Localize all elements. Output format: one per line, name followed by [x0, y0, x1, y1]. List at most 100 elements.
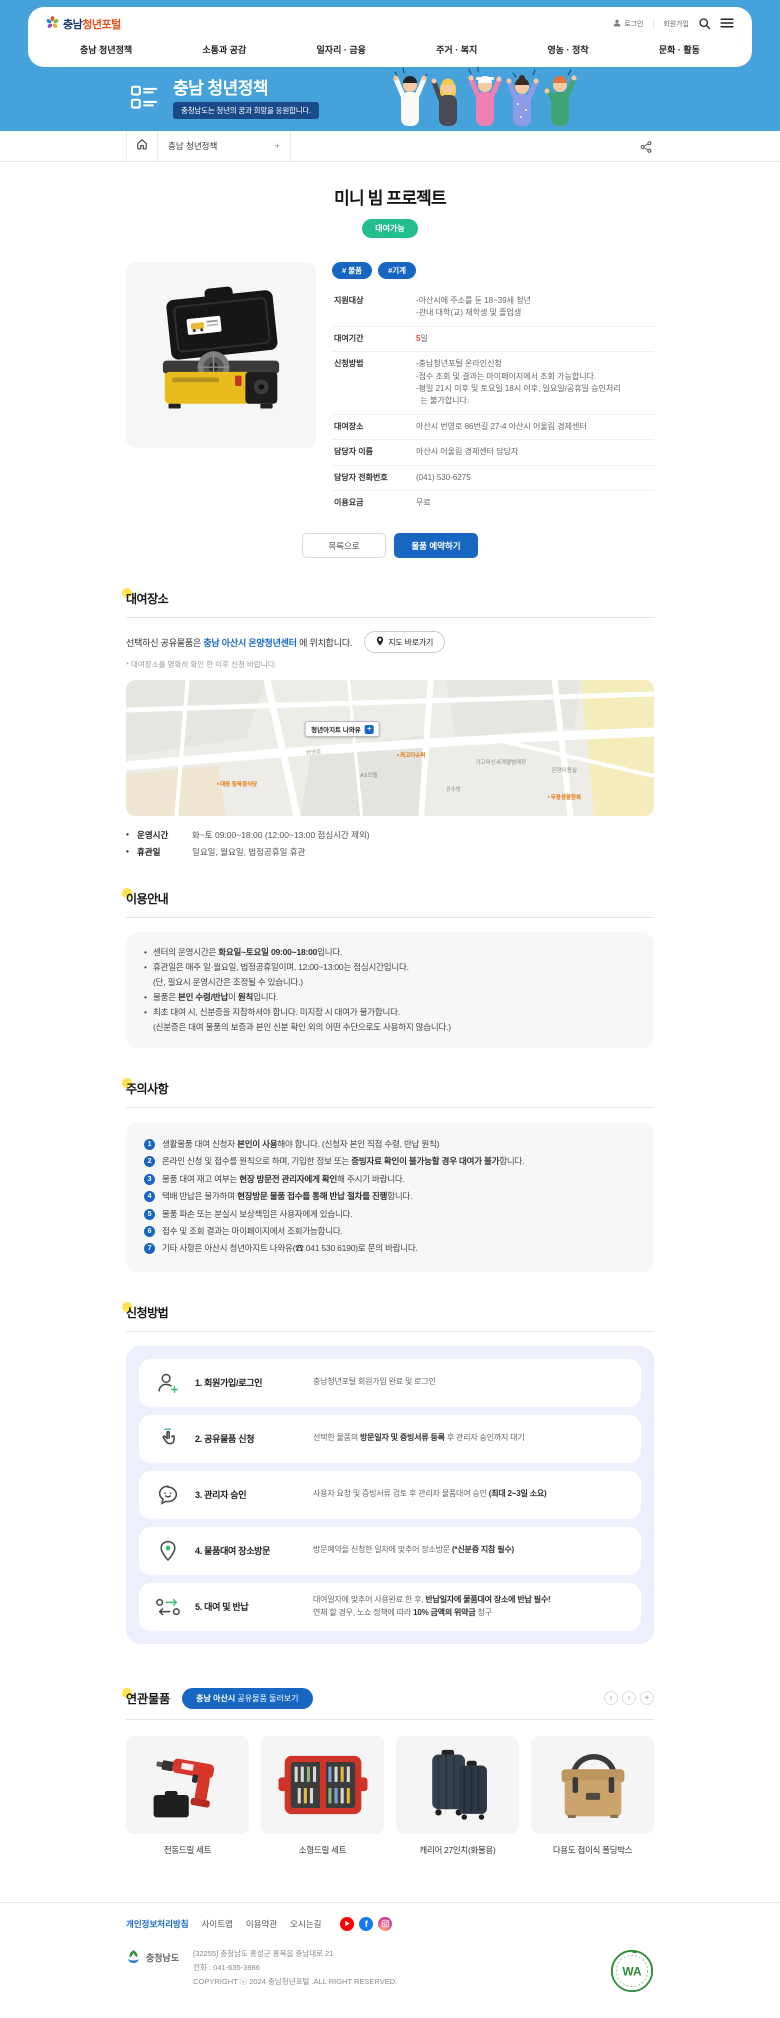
- carousel-next-button[interactable]: ›: [622, 1691, 636, 1705]
- product-card[interactable]: 캐리어 27인치(화물용): [396, 1736, 519, 1856]
- menu-icon[interactable]: [720, 18, 734, 30]
- apply-steps-section: 신청방법 1. 회원가입/로그인충남청년포털 회원가입 완료 및 로그인2. 공…: [126, 1304, 654, 1644]
- search-icon[interactable]: [698, 17, 711, 32]
- detail-value: -충남청년포털 온라인신청-접수 조회 및 결과는 마이페이지에서 조회 가능합…: [416, 358, 652, 408]
- rental-location-section: 대여장소 선택하신 공유물품은 충남 아산시 온양청년센터 에 위치합니다. 지…: [126, 590, 654, 858]
- detail-line: -접수 조회 및 결과는 마이페이지에서 조회 가능합니다.: [416, 371, 652, 383]
- site-logo[interactable]: 충남청년포털: [46, 16, 121, 32]
- youtube-icon[interactable]: [340, 1917, 354, 1931]
- drill-image: [126, 1736, 249, 1834]
- nav-item-영농·정착[interactable]: 영농 · 정착: [548, 43, 589, 56]
- reserve-button[interactable]: 물품 예약하기: [394, 533, 478, 558]
- product-tag[interactable]: # 물품: [332, 262, 372, 279]
- map[interactable]: 번영로 대동 정육점식당AS모텔최고다슈퍼규수방가고파신세계앨범매장온양미용실무…: [126, 680, 654, 816]
- usage-line: 최초 대여 시, 신분증을 지참하셔야 합니다. 미지참 시 대여가 불가합니다…: [153, 1005, 636, 1020]
- caution-item: 4택배 반납은 불가하며 현장방문 물품 접수를 통해 반납 절차를 진행합니다…: [144, 1189, 636, 1204]
- bullet: •: [126, 846, 137, 858]
- person-icon: [613, 19, 621, 29]
- map-road-label: 번영로: [305, 748, 321, 757]
- instagram-icon[interactable]: [378, 1917, 392, 1931]
- detail-value: 아산시 어울림 경제센터 담당자: [416, 446, 652, 458]
- carousel-controls: ‹ › +: [604, 1691, 654, 1705]
- exchange-icon: [155, 1595, 181, 1619]
- detail-row: 이용요금무료: [332, 491, 654, 515]
- usage-item: •센터의 운영시간은 화요일~토요일 09:00~18:00입니다.: [144, 945, 636, 960]
- product-card[interactable]: 다용도 접이식 폴딩박스: [531, 1736, 654, 1856]
- map-place-label: 규수방: [446, 785, 461, 793]
- step-desc-line: 대여일자에 맞추어 사용완료 한 후, 반납일자에 물품대여 장소에 반납 필수…: [313, 1594, 551, 1607]
- product-name: 다용도 접이식 폴딩박스: [531, 1844, 654, 1856]
- gas-stove-illustration: [146, 280, 296, 430]
- detail-label: 담당자 이름: [334, 446, 416, 458]
- usage-item: •휴관일은 매주 일·월요일, 법정공휴일이며, 12:00~13:00는 점심…: [144, 960, 636, 990]
- section-heading: 연관물품: [126, 1692, 170, 1706]
- back-to-list-button[interactable]: 목록으로: [302, 533, 386, 558]
- wa-badge: WA: [610, 1949, 654, 1998]
- breadcrumb-menu[interactable]: 충남 청년정책 +: [158, 131, 291, 161]
- cooler-image: [531, 1736, 654, 1834]
- caution-box: 1생활물품 대여 신청자 본인이 사용해야 합니다. (신청자 본인 직접 수령…: [126, 1122, 654, 1272]
- hero-banner: 충남 청년정책 충청남도는 청년의 꿈과 희망을 응원합니다.: [0, 67, 780, 131]
- product-card[interactable]: 전동드릴 세트: [126, 1736, 249, 1856]
- detail-label: 대여기간: [334, 333, 416, 345]
- product-name: 소형드릴 세트: [261, 1844, 384, 1856]
- product-tag[interactable]: #기계: [378, 262, 416, 279]
- step-title: 2. 공유물품 신청: [195, 1432, 313, 1445]
- footer-link[interactable]: 오시는길: [290, 1918, 321, 1930]
- footer-link[interactable]: 개인정보처리방침: [126, 1918, 189, 1930]
- org-logo: 충청남도: [126, 1949, 179, 1966]
- detail-label: 담당자 전화번호: [334, 472, 416, 484]
- toolkit-image: [261, 1736, 384, 1834]
- address-line: [32255] 충청남도 홍성군 홍북읍 충남대로 21: [193, 1947, 397, 1961]
- detail-row: 신청방법-충남청년포털 온라인신청-접수 조회 및 결과는 마이페이지에서 조회…: [332, 352, 654, 415]
- hero-title: 충남 청년정책: [173, 80, 319, 97]
- carousel-more-button[interactable]: +: [640, 1691, 654, 1705]
- caution-item: 7기타 사항은 아산시 청년아지트 나와유(☎ 041 530 6190)로 문…: [144, 1241, 636, 1256]
- detail-label: 이용요금: [334, 497, 416, 509]
- product-name: 캐리어 27인치(화물용): [396, 1844, 519, 1856]
- login-link[interactable]: 로그인: [613, 19, 643, 29]
- section-heading: 이용안내: [126, 892, 168, 906]
- number-badge: 2: [144, 1156, 155, 1167]
- copyright-line: COPYRIGHT ⓒ 2024 충남청년포털 .ALL RIGHT RESER…: [193, 1975, 397, 1989]
- caution-text: 기타 사항은 아산시 청년아지트 나와유(☎ 041 530 6190)로 문의…: [162, 1241, 418, 1256]
- caution-item: 3물품 대여 재고 여부는 현장 방문전 관리자에게 확인해 주시기 바랍니다.: [144, 1172, 636, 1187]
- map-zoom-in-icon[interactable]: +: [365, 725, 374, 734]
- status-badge: 대여가능: [362, 219, 417, 238]
- footer-link[interactable]: 사이트맵: [202, 1918, 233, 1930]
- expand-icon: +: [275, 141, 280, 151]
- home-icon: [136, 137, 148, 155]
- map-center-marker[interactable]: 청년아지트 나와유 +: [305, 721, 380, 737]
- product-image: [126, 262, 316, 448]
- facebook-icon[interactable]: f: [359, 1917, 373, 1931]
- step-card: 3. 관리자 승인사용자 요청 및 증빙서류 검토 후 관리자 물품대여 승인 …: [139, 1471, 641, 1519]
- related-items-section: 연관물품 충남 아산시 공유물품 둘러보기 ‹ › + 전동드릴 세트소형드릴 세트…: [126, 1688, 654, 1856]
- nav-item-소통과공감[interactable]: 소통과 공감: [202, 43, 246, 56]
- step-desc-line: 선택한 물품의 방문일자 및 증빙서류 등록 후 관리자 승인까지 대기: [313, 1432, 525, 1445]
- map-link-button[interactable]: 지도 바로가기: [364, 631, 445, 653]
- product-card[interactable]: 소형드릴 세트: [261, 1736, 384, 1856]
- usage-item-text: 센터의 운영시간은 화요일~토요일 09:00~18:00입니다.: [153, 945, 636, 960]
- nav-item-일자리·금융[interactable]: 일자리 · 금융: [317, 43, 366, 56]
- nav-item-주거·복지[interactable]: 주거 · 복지: [436, 43, 477, 56]
- carousel-prev-button[interactable]: ‹: [604, 1691, 618, 1705]
- map-place-label: 최고다슈퍼: [397, 751, 426, 759]
- detail-value: -아산시에 주소를 둔 18~39세 청년-관내 대학(교) 재학생 및 졸업생: [416, 295, 652, 320]
- caution-item: 5물품 파손 또는 분실시 보상책임은 사용자에게 있습니다.: [144, 1207, 636, 1222]
- detail-line: 무료: [416, 497, 652, 509]
- join-link[interactable]: 회원가입: [663, 19, 689, 29]
- browse-shared-items-button[interactable]: 충남 아산시 공유물품 둘러보기: [182, 1688, 312, 1709]
- caution-section: 주의사항 1생활물품 대여 신청자 본인이 사용해야 합니다. (신청자 본인 …: [126, 1080, 654, 1272]
- breadcrumb-home[interactable]: [126, 131, 158, 161]
- nav-item-충남청년정책[interactable]: 충남 청년정책: [80, 43, 132, 56]
- detail-line: 는 불가합니다.: [416, 395, 652, 407]
- map-place-label: 무용생활한복: [547, 793, 581, 801]
- nav-item-문화·활동[interactable]: 문화 · 활동: [659, 43, 700, 56]
- bullet: •: [144, 960, 153, 990]
- share-icon[interactable]: [640, 140, 652, 158]
- detail-line: (041) 530-6275: [416, 472, 652, 484]
- section-heading: 신청방법: [126, 1306, 168, 1320]
- footer-link[interactable]: 이용약관: [246, 1918, 277, 1930]
- detail-row: 담당자 이름아산시 어울림 경제센터 담당자: [332, 440, 654, 465]
- caution-text: 온라인 신청 및 접수를 원칙으로 하며, 기입한 정보 또는 증빙자료 확인이…: [162, 1154, 524, 1169]
